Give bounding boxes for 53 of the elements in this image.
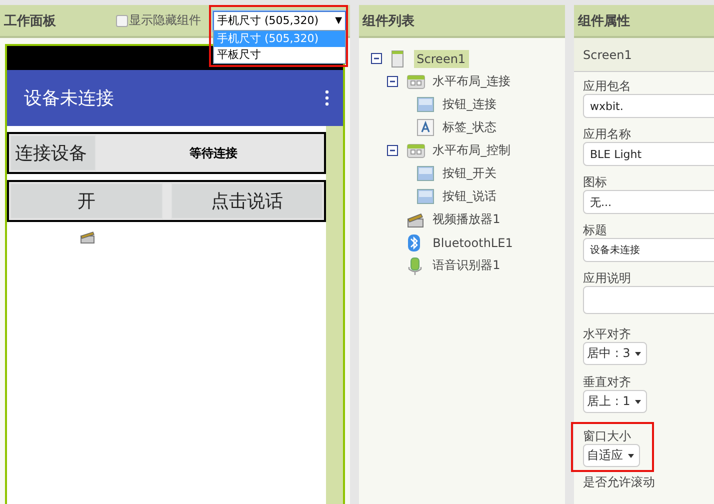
tree-item[interactable]: 视频播放器1: [430, 209, 504, 230]
property-label: 水平对齐: [583, 326, 631, 342]
tree-item[interactable]: Screen1: [414, 50, 469, 68]
label-icon: [416, 118, 435, 136]
tree-item[interactable]: 按钮_连接: [440, 94, 500, 115]
button-icon: [416, 188, 435, 206]
clapperboard-icon: [80, 230, 95, 244]
screen-title: 设备未连接: [24, 87, 114, 110]
size-dropdown[interactable]: 手机尺寸 (505,320) ▼: [213, 10, 346, 30]
property-dropdown[interactable]: 居中 : 3: [583, 342, 648, 365]
tree-item[interactable]: 按钮_开关: [440, 163, 500, 184]
property-label: 应用名称: [583, 126, 631, 142]
show-hidden-checkbox[interactable]: 显示隐藏组件: [116, 12, 213, 29]
collapse-icon[interactable]: [370, 53, 382, 64]
button-icon: [416, 164, 435, 182]
property-label: 垂直对齐: [583, 374, 631, 390]
text-field[interactable]: wxbit.: [583, 94, 714, 118]
collapse-icon[interactable]: [386, 145, 398, 156]
layout-icon: [406, 72, 425, 90]
caret-icon: [635, 400, 642, 404]
property-label: 标题: [583, 222, 607, 238]
tree-item[interactable]: 语音识别器1: [430, 255, 504, 276]
tree-item[interactable]: BluetoothLE1: [430, 234, 516, 252]
property-label: 是否允许滚动: [583, 474, 655, 490]
text-field[interactable]: BLE Light: [583, 142, 714, 166]
tree-item[interactable]: 水平布局_控制: [430, 140, 514, 161]
caret-icon: [628, 454, 634, 458]
property-label: 窗口大小: [583, 428, 631, 444]
app-button[interactable]: 开: [10, 183, 162, 219]
panel-title: 组件属性: [578, 12, 630, 30]
property-dropdown[interactable]: 自适应: [583, 444, 640, 467]
property-label: 应用包名: [583, 78, 631, 94]
text-field[interactable]: 无...: [583, 190, 714, 214]
layout-icon: [406, 142, 425, 160]
app-button[interactable]: 点击说话: [170, 183, 323, 219]
app-button[interactable]: 连接设备: [10, 135, 96, 171]
button-icon: [416, 96, 435, 114]
dropdown-option[interactable]: 平板尺寸: [214, 46, 345, 62]
property-label: 应用说明: [583, 270, 631, 286]
collapse-icon[interactable]: [386, 76, 398, 87]
panel-title: 组件列表: [362, 12, 415, 30]
overflow-menu-icon: [325, 90, 329, 106]
status-label: 等待连接: [188, 144, 238, 162]
caret-icon: [635, 352, 642, 356]
panel-title: 工作面板: [4, 12, 57, 30]
property-dropdown[interactable]: 居上 : 1: [583, 390, 648, 413]
property-label: 图标: [583, 174, 607, 190]
text-field[interactable]: 设备未连接: [583, 238, 714, 262]
tree-item[interactable]: 标签_状态: [440, 117, 500, 138]
tree-item[interactable]: 水平布局_连接: [430, 71, 514, 92]
tree-item[interactable]: 按钮_说话: [440, 186, 500, 207]
component-name: Screen1: [574, 38, 714, 72]
clapperboard-icon: [406, 210, 425, 228]
